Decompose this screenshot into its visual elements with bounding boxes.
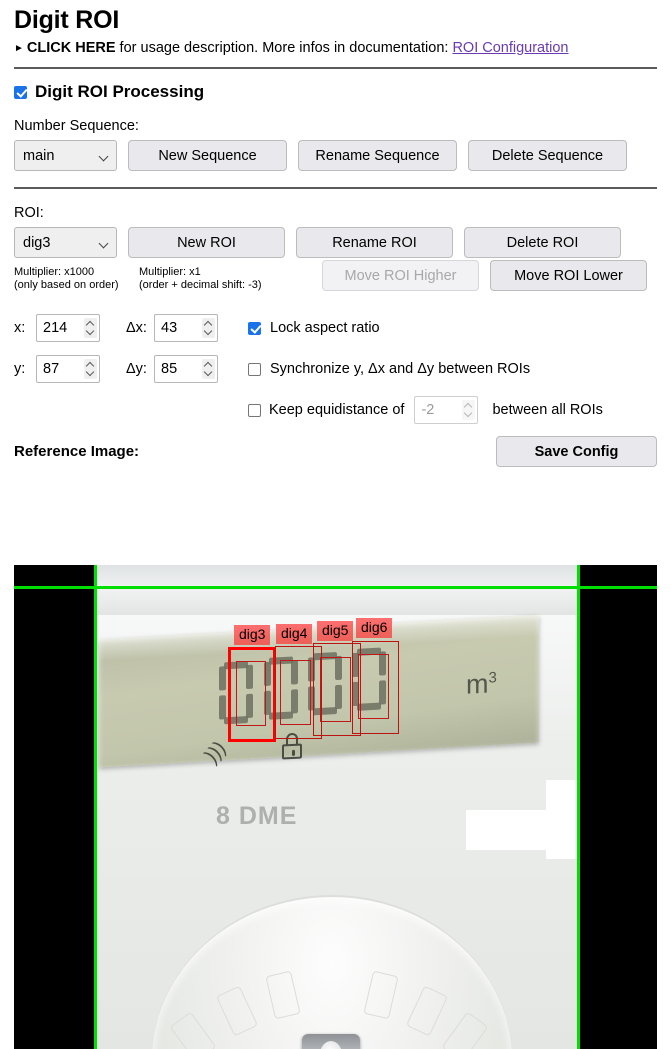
lock-keyhole [292,749,295,756]
roi-label-dig3[interactable]: dig3 [234,625,271,645]
roi-inner-dig3 [236,661,266,726]
digit-roi-processing-label: Digit ROI Processing [35,82,205,101]
reference-image-canvas[interactable]: m3 ))) 8 DME dig3 dig4 dig5 dig6 [14,565,657,1049]
y-input[interactable] [36,355,100,383]
x-coordinate-row: x: Δx: Lock aspect ratio [14,314,671,342]
roi-select-wrap[interactable]: dig3 [14,227,117,258]
y-stepper[interactable] [36,355,100,383]
dx-input[interactable] [154,314,218,342]
digit-roi-page: Digit ROI ► CLICK HERE for usage descript… [0,6,671,1049]
equidistance-checkbox[interactable] [248,403,261,417]
rename-sequence-button[interactable]: Rename Sequence [298,140,457,171]
meter-center-dot [319,1041,343,1049]
lcd-unit-label: m3 [466,668,497,700]
triangle-right-icon[interactable]: ► [14,40,24,58]
x-stepper[interactable] [36,314,100,342]
dial-tick [405,985,449,1037]
lock-aspect-ratio-checkbox[interactable] [248,321,261,335]
roi-section-label: ROI: [14,205,44,221]
sequence-select-wrap[interactable]: main [14,140,117,171]
equidistance-prefix-label: Keep equidistance of [269,402,405,418]
coordinate-controls: x: Δx: Lock aspect ratio y: Δy: [14,314,671,424]
delete-sequence-button[interactable]: Delete Sequence [468,140,627,171]
sequence-divider [14,187,657,189]
header-divider [14,67,657,69]
lock-body [282,743,302,760]
sequence-select[interactable]: main [14,140,117,171]
reference-image-title: Reference Image: [14,443,140,460]
y-label: y: [14,361,26,377]
new-sequence-button[interactable]: New Sequence [128,140,287,171]
dy-input[interactable] [154,355,218,383]
reference-image-header: Reference Image: Save Config [14,436,657,467]
alignment-line-horizontal [14,586,657,589]
usage-text: for usage description. More infos in doc… [115,40,453,56]
dy-label: Δy: [126,361,147,377]
x-input[interactable] [36,314,100,342]
equidistance-row: Keep equidistance of between all ROIs [248,396,671,424]
segment [219,666,226,691]
dial-tick [441,1011,489,1049]
dial-tick [363,970,399,1020]
roi-inner-dig6 [358,654,389,719]
equidistance-stepper[interactable] [414,396,479,424]
meter-top-edge [94,565,579,617]
move-roi-lower-button[interactable]: Move ROI Lower [490,260,647,291]
y-coordinate-row: y: Δy: Synchronize y, Δx and Δy between … [14,355,671,383]
page-title: Digit ROI [14,6,120,34]
multiplier-shift-line1: Multiplier: x1 [139,266,201,278]
roi-inner-dig4 [280,660,311,725]
x-label: x: [14,320,26,336]
alignment-line-vertical-left [94,565,97,1049]
multiplier-row: Multiplier: x1000 (only based on order) … [14,260,671,292]
move-roi-higher-button[interactable]: Move ROI Higher [322,260,479,291]
redaction-block [466,810,556,850]
roi-label-dig5[interactable]: dig5 [317,621,354,641]
lock-aspect-ratio-label: Lock aspect ratio [270,320,380,336]
segment [219,695,226,720]
multiplier-shift-info: Multiplier: x1 (order + decimal shift: -… [139,266,311,292]
number-sequence-label: Number Sequence: [14,118,139,134]
dx-label: Δx: [126,320,147,336]
synchronize-checkbox[interactable] [248,362,261,376]
digit-roi-processing-checkbox[interactable] [14,85,27,99]
dx-stepper[interactable] [154,314,218,342]
alignment-line-vertical-right [577,565,580,1049]
lcd-unit-exponent: 3 [488,669,497,687]
delete-roi-button[interactable]: Delete ROI [464,227,621,258]
synchronize-label: Synchronize y, Δx and Δy between ROIs [270,361,531,377]
digit-roi-processing-row[interactable]: Digit ROI Processing [14,82,671,102]
number-sequence-controls: main New Sequence Rename Sequence Delete… [14,140,671,171]
dial-tick [215,985,259,1037]
multiplier-shift-line2: (order + decimal shift: -3) [139,279,262,291]
rename-roi-button[interactable]: Rename ROI [296,227,453,258]
dial-tick [265,970,301,1020]
save-config-button[interactable]: Save Config [496,436,657,467]
roi-label-dig6[interactable]: dig6 [356,618,393,638]
usage-description-line: ► CLICK HERE for usage description. More … [14,39,671,58]
multiplier-order-info: Multiplier: x1000 (only based on order) [14,266,139,292]
equidistance-input[interactable] [414,396,479,424]
roi-label-dig4[interactable]: dig4 [276,624,313,644]
equidistance-suffix-label: between all ROIs [492,402,603,418]
multiplier-order-line2: (only based on order) [14,279,119,291]
lock-aspect-ratio-row[interactable]: Lock aspect ratio [248,320,380,336]
new-roi-button[interactable]: New ROI [128,227,285,258]
meter-center-button [302,1034,360,1049]
meter-model-text: 8 DME [216,802,298,830]
multiplier-order-line1: Multiplier: x1000 [14,266,95,278]
roi-controls: dig3 New ROI Rename ROI Delete ROI [14,227,671,258]
click-here-toggle[interactable]: CLICK HERE [27,40,116,56]
roi-inner-dig5 [320,657,351,722]
synchronize-row[interactable]: Synchronize y, Δx and Δy between ROIs [248,361,530,377]
dy-stepper[interactable] [154,355,218,383]
dial-tick [169,1011,217,1049]
roi-configuration-link[interactable]: ROI Configuration [452,40,568,56]
roi-select[interactable]: dig3 [14,227,117,258]
